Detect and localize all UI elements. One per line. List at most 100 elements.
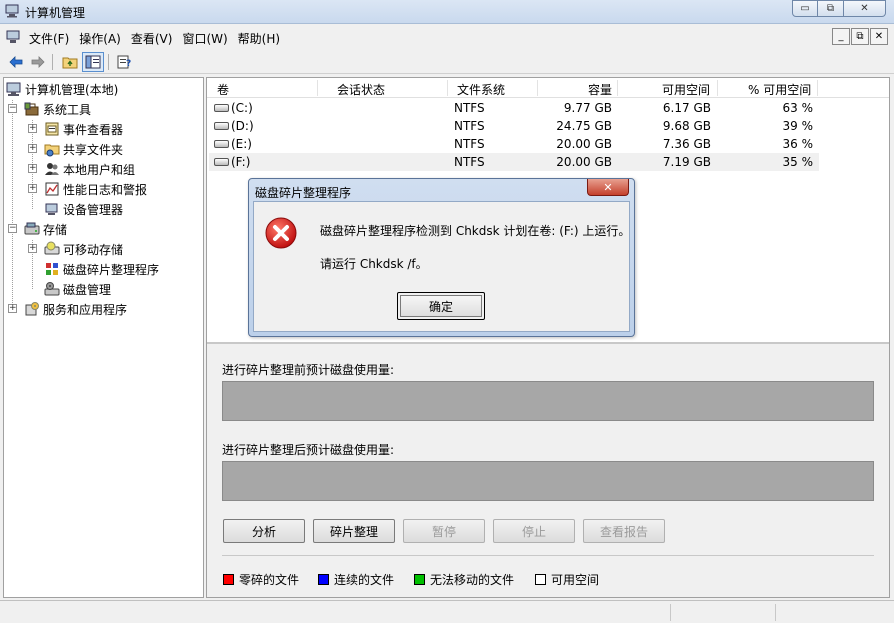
cell-free: 6.17 GB [662, 101, 711, 115]
help-properties-icon[interactable]: ? [113, 52, 135, 72]
tree-item-disk-management[interactable]: 磁盘管理 [44, 279, 111, 299]
menu-help[interactable]: 帮助(H) [237, 30, 289, 47]
volume-row[interactable]: (E:) NTFS 20.00 GB 7.36 GB 36 % [209, 135, 819, 153]
volume-row[interactable]: (C:) NTFS 9.77 GB 6.17 GB 63 % [209, 99, 819, 117]
event-viewer-icon [45, 122, 59, 136]
cell-fs: NTFS [454, 101, 485, 115]
expander-services-apps[interactable]: + [8, 304, 17, 313]
users-icon [45, 163, 59, 175]
maximize-button[interactable]: ⧉ [818, 0, 844, 17]
menu-action[interactable]: 操作(A) [78, 30, 130, 47]
legend-label-free: 可用空间 [551, 573, 600, 587]
tree-label-system-tools: 系统工具 [43, 102, 92, 117]
legend-label-contiguous: 连续的文件 [334, 573, 395, 587]
pause-button[interactable]: 暂停 [403, 519, 485, 543]
child-close-button[interactable]: ✕ [870, 28, 888, 45]
col-capacity[interactable]: 容量 [588, 81, 612, 98]
view-report-button[interactable]: 查看报告 [583, 519, 665, 543]
dialog-close-button[interactable]: ✕ [587, 179, 629, 196]
legend-swatch-green [414, 574, 425, 585]
volume-row[interactable]: (D:) NTFS 24.75 GB 9.68 GB 39 % [209, 117, 819, 135]
child-minimize-button[interactable]: _ [832, 28, 850, 45]
tree-label-local-users: 本地用户和组 [63, 162, 136, 177]
back-arrow-icon[interactable] [5, 52, 27, 72]
dialog-message-1: 磁盘碎片整理程序检测到 Chkdsk 计划在卷: (F:) 上运行。 [320, 224, 631, 238]
ok-button-label: 确定 [400, 295, 482, 317]
cell-pct: 39 % [782, 119, 814, 133]
tree-item-shared-folders[interactable]: 共享文件夹 [44, 139, 123, 159]
up-folder-icon[interactable] [59, 52, 81, 72]
console-doc-icon [6, 30, 20, 43]
analyze-button[interactable]: 分析 [223, 519, 305, 543]
cell-capacity: 20.00 GB [556, 155, 612, 169]
legend-swatch-red [223, 574, 234, 585]
col-file-system[interactable]: 文件系统 [457, 81, 505, 98]
drive-icon [214, 122, 229, 130]
legend-label-unmovable: 无法移动的文件 [430, 573, 515, 587]
tree-item-local-users[interactable]: 本地用户和组 [44, 159, 135, 179]
tree-item-event-viewer[interactable]: 事件查看器 [44, 119, 123, 139]
services-icon [25, 302, 39, 316]
col-session-status[interactable]: 会话状态 [337, 81, 385, 98]
menu-window[interactable]: 窗口(W) [181, 30, 236, 47]
expander-local-users[interactable]: + [28, 164, 37, 173]
tree-item-services-apps[interactable]: 服务和应用程序 [24, 299, 127, 319]
status-bar [0, 600, 894, 623]
defrag-analysis-panel: 进行碎片整理前预计磁盘使用量: 进行碎片整理后预计磁盘使用量: 分析 碎片整理 … [207, 342, 889, 597]
error-icon [265, 217, 297, 249]
expander-shared-folders[interactable]: + [28, 144, 37, 153]
toolbar: ? [0, 50, 894, 74]
expander-system-tools[interactable]: − [8, 104, 17, 113]
tree-label-device-manager: 设备管理器 [63, 202, 124, 217]
col-volume[interactable]: 卷 [217, 81, 229, 98]
cell-capacity: 20.00 GB [556, 137, 612, 151]
expander-perf-logs[interactable]: + [28, 184, 37, 193]
drive-icon [214, 158, 229, 166]
col-free-space[interactable]: 可用空间 [662, 81, 710, 98]
toolbox-icon [24, 102, 39, 116]
volume-list-header: 卷 会话状态 文件系统 容量 可用空间 % 可用空间 [207, 78, 889, 98]
tree-root[interactable]: 计算机管理(本地) [6, 79, 118, 99]
close-button[interactable]: ✕ [844, 0, 886, 17]
tree-label-storage: 存储 [43, 222, 68, 237]
ok-button[interactable]: 确定 [397, 292, 485, 320]
cell-free: 7.36 GB [662, 137, 711, 151]
tree-item-system-tools[interactable]: 系统工具 [24, 99, 91, 119]
cell-pct: 35 % [782, 155, 814, 169]
tree-item-storage[interactable]: 存储 [24, 219, 67, 239]
show-hide-tree-icon[interactable] [82, 52, 104, 72]
console-tree: 计算机管理(本地) − 系统工具 + 事件查看器 + 共享文件夹 + 本地用户和… [3, 77, 204, 598]
minimize-button[interactable]: ▭ [792, 0, 818, 17]
expander-event-viewer[interactable]: + [28, 124, 37, 133]
tree-item-device-manager[interactable]: 设备管理器 [44, 199, 123, 219]
title-bar: 计算机管理 ▭ ⧉ ✕ [0, 0, 894, 24]
menu-view[interactable]: 查看(V) [130, 30, 182, 47]
dialog-body: 磁盘碎片整理程序检测到 Chkdsk 计划在卷: (F:) 上运行。 请运行 C… [253, 201, 630, 332]
cell-free: 9.68 GB [662, 119, 711, 133]
forward-arrow-icon[interactable] [27, 52, 49, 72]
child-restore-button[interactable]: ⧉ [851, 28, 869, 45]
removable-storage-icon [44, 241, 60, 255]
drive-icon [214, 104, 229, 112]
legend-contiguous: 连续的文件 [318, 571, 394, 588]
tree-item-removable-storage[interactable]: 可移动存储 [44, 239, 123, 259]
cell-capacity: 24.75 GB [556, 119, 612, 133]
legend-free: 可用空间 [535, 571, 599, 588]
tree-item-perf-logs[interactable]: 性能日志和警报 [44, 179, 147, 199]
drive-icon [214, 140, 229, 148]
stop-button[interactable]: 停止 [493, 519, 575, 543]
svg-text:?: ? [126, 59, 131, 69]
computer-management-icon [6, 82, 21, 96]
tree-item-disk-defrag[interactable]: 磁盘碎片整理程序 [44, 259, 159, 279]
defragment-button[interactable]: 碎片整理 [313, 519, 395, 543]
cell-capacity: 9.77 GB [563, 101, 612, 115]
menu-file[interactable]: 文件(F) [28, 30, 78, 47]
col-pct-free[interactable]: % 可用空间 [748, 81, 811, 98]
expander-storage[interactable]: − [8, 224, 17, 233]
tree-label-shared-folders: 共享文件夹 [63, 142, 124, 157]
expander-removable-storage[interactable]: + [28, 244, 37, 253]
defrag-icon [46, 263, 58, 275]
tree-label-root: 计算机管理(本地) [25, 82, 119, 97]
volume-row-selected[interactable]: (F:) NTFS 20.00 GB 7.19 GB 35 % [209, 153, 819, 171]
cell-fs: NTFS [454, 119, 485, 133]
